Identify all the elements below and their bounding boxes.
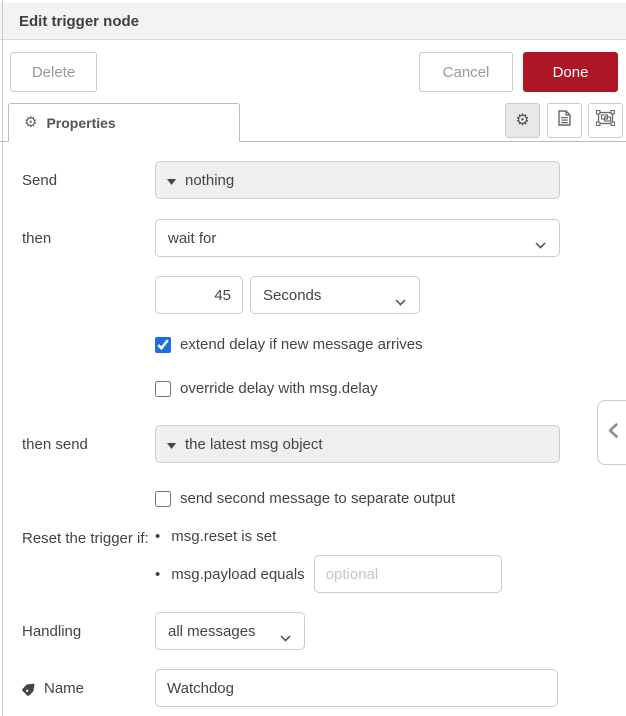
action-button-row: Delete Cancel Done <box>0 40 626 99</box>
extend-delay-label: extend delay if new message arrives <box>180 336 423 353</box>
edit-properties-button[interactable]: ⚙ <box>505 103 540 138</box>
reset-section: Reset the trigger if: msg.reset is set m… <box>22 528 626 593</box>
reset-label: Reset the trigger if: <box>22 528 155 547</box>
then-send-row: then send the latest msg object <box>22 425 626 463</box>
caret-down-icon <box>167 436 176 453</box>
then-label: then <box>22 230 155 247</box>
name-row: Name <box>22 669 626 707</box>
duration-units-select[interactable]: Seconds <box>250 276 420 314</box>
second-output-row: send second message to separate output <box>155 490 626 507</box>
duration-row: Seconds <box>155 276 626 314</box>
duration-units-value: Seconds <box>263 287 321 304</box>
edit-trigger-node-dialog: Edit trigger node Delete Cancel Done ⚙ P… <box>0 0 626 716</box>
reset-rule-msg-reset: msg.reset is set <box>155 528 502 545</box>
second-output-label: send second message to separate output <box>180 490 455 507</box>
then-send-typed-input[interactable]: the latest msg object <box>155 425 560 463</box>
chevron-down-icon <box>395 293 406 310</box>
done-button[interactable]: Done <box>523 52 618 92</box>
tab-properties[interactable]: ⚙ Properties <box>8 103 240 142</box>
handling-select-value: all messages <box>168 623 256 640</box>
name-input[interactable] <box>155 669 558 707</box>
gear-icon: ⚙ <box>24 115 37 130</box>
handling-select[interactable]: all messages <box>155 612 305 650</box>
reset-rules: msg.reset is set msg.payload equals <box>155 528 502 593</box>
tab-properties-label: Properties <box>46 115 115 131</box>
override-delay-checkbox[interactable] <box>155 381 171 397</box>
handling-label: Handling <box>22 623 155 640</box>
then-action-select-value: wait for <box>168 230 216 247</box>
send-typed-input[interactable]: nothing <box>155 161 560 199</box>
name-label-text: Name <box>44 680 84 697</box>
second-output-checkbox[interactable] <box>155 491 171 507</box>
duration-input[interactable] <box>155 276 243 314</box>
override-delay-label: override delay with msg.delay <box>180 380 378 397</box>
then-action-select[interactable]: wait for <box>155 219 560 257</box>
reset-rule-msg-reset-text: msg.reset is set <box>171 528 276 545</box>
then-row: then wait for <box>22 219 626 257</box>
tray-edge-divider <box>2 0 3 716</box>
properties-form: Send nothing then wait for Seconds <box>0 161 626 707</box>
send-row: Send nothing <box>22 161 626 199</box>
delete-button[interactable]: Delete <box>10 52 97 92</box>
then-send-label: then send <box>22 436 155 453</box>
send-typed-input-value: nothing <box>185 172 234 189</box>
description-button[interactable] <box>547 103 582 138</box>
editor-tabbar: ⚙ Properties ⚙ <box>0 99 626 142</box>
cancel-button[interactable]: Cancel <box>419 52 513 92</box>
caret-down-icon <box>167 172 176 189</box>
handling-row: Handling all messages <box>22 612 626 650</box>
dialog-header: Edit trigger node <box>0 3 626 40</box>
gear-icon: ⚙ <box>515 113 529 129</box>
override-delay-row: override delay with msg.delay <box>155 380 626 397</box>
then-send-typed-input-value: the latest msg object <box>185 436 323 453</box>
extend-delay-row: extend delay if new message arrives <box>155 336 626 353</box>
dialog-title: Edit trigger node <box>19 13 139 30</box>
reset-rule-payload-text: msg.payload equals <box>155 566 305 583</box>
chevron-down-icon <box>535 236 546 253</box>
tag-icon <box>22 681 37 696</box>
tray-collapse-button[interactable] <box>597 400 626 465</box>
object-group-icon <box>596 110 615 131</box>
send-label: Send <box>22 172 155 189</box>
reset-rule-payload-row: msg.payload equals <box>155 555 502 593</box>
name-label: Name <box>22 680 155 697</box>
chevron-left-icon <box>608 423 618 443</box>
extend-delay-checkbox[interactable] <box>155 337 171 353</box>
reset-payload-input[interactable] <box>314 555 502 593</box>
chevron-down-icon <box>280 629 291 646</box>
appearance-button[interactable] <box>588 103 623 138</box>
document-icon <box>558 110 571 131</box>
